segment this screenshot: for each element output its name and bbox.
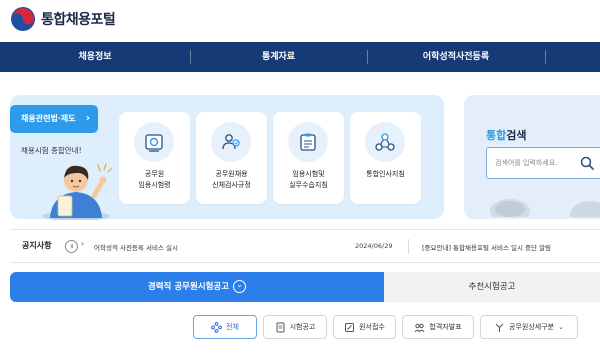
chevron-down-icon: ⌄ xyxy=(558,323,564,331)
chevron-right-icon[interactable]: › xyxy=(81,239,84,248)
search-input[interactable] xyxy=(495,148,579,178)
search-title-rest: 검색 xyxy=(506,129,527,142)
tab-label: 경력직 공무원시험공고 xyxy=(147,282,230,292)
employment-law-label: 채용관련법·제도 xyxy=(21,114,76,123)
filter-exam-notice-button[interactable]: 시험공고 xyxy=(263,315,327,339)
notice-divider xyxy=(408,239,409,254)
card-label: 임용시험및 실무수습지침 xyxy=(289,170,328,189)
card-physical-exam-regulation[interactable]: 공무원채용 신체검사규정 xyxy=(196,112,267,204)
search-title-highlight: 통합 xyxy=(486,129,507,142)
tab-career-civil-service-notice[interactable]: 경력직 공무원시험공고 ⌄ xyxy=(10,272,384,302)
filter-results-button[interactable]: 합격자발표 xyxy=(402,315,474,339)
chevron-down-icon: ⌄ xyxy=(233,280,247,293)
filter-civil-service-type-dropdown[interactable]: 공무원상세구분 ⌄ xyxy=(480,315,578,339)
clipboard-icon xyxy=(288,122,328,162)
search-box xyxy=(486,147,600,179)
nav-item-statistics[interactable]: 통계자료 xyxy=(190,42,367,72)
filter-label: 시험공고 xyxy=(289,323,316,331)
notice-item-link[interactable]: [중요안내] 통합채용포털 서비스 일시 중단 알림 xyxy=(422,242,551,252)
search-icon[interactable] xyxy=(579,155,595,171)
filter-label: 공무원상세구분 xyxy=(509,323,555,331)
document-icon xyxy=(276,322,285,332)
card-civil-service-exam-decree[interactable]: 공무원 임용시험령 xyxy=(119,112,190,204)
filter-label: 합격자발표 xyxy=(429,323,462,331)
person-check-icon xyxy=(211,122,251,162)
site-header: 통합채용포털 xyxy=(0,0,600,42)
notice-list-top-edge xyxy=(10,352,600,357)
filter-application-button[interactable]: 원서접수 xyxy=(333,315,396,339)
main-nav: 채용정보 통계자료 어학성적사전등록 xyxy=(0,42,600,72)
employment-law-button[interactable]: 채용관련법·제도 › xyxy=(10,105,98,133)
site-logo-text: 통합채용포털 xyxy=(41,12,116,28)
branch-icon xyxy=(495,323,504,332)
search-decoration-illustration xyxy=(490,199,600,217)
nav-item-jobs[interactable]: 채용정보 xyxy=(0,42,190,72)
network-icon xyxy=(365,122,405,162)
card-label: 공무원채용 신체검사규정 xyxy=(212,170,251,189)
nav-divider xyxy=(545,50,546,64)
tab-label: 추천시험공고 xyxy=(468,282,516,292)
filter-label: 원서접수 xyxy=(359,323,385,331)
tab-recommended-exam-notice[interactable]: 추천시험공고 xyxy=(384,272,600,302)
mascot-illustration xyxy=(42,163,113,220)
pause-icon[interactable]: ॥ xyxy=(65,240,78,253)
notice-title: 공지사항 xyxy=(22,241,52,250)
grid-dots-icon xyxy=(211,321,222,333)
site-logo[interactable]: 통합채용포털 xyxy=(10,6,116,32)
card-exam-practice-guideline[interactable]: 임용시험및 실무수습지침 xyxy=(273,112,344,204)
card-label: 통합인사지침 xyxy=(366,170,405,178)
taegeuk-logo-icon xyxy=(11,7,35,31)
card-label: 공무원 임용시험령 xyxy=(138,170,171,189)
chevron-right-icon: › xyxy=(85,113,90,124)
search-title: 통합검색 xyxy=(486,127,527,143)
people-icon xyxy=(414,323,425,332)
filter-label: 전체 xyxy=(226,323,239,331)
filter-all-button[interactable]: 전체 xyxy=(193,315,257,339)
notice-item-link[interactable]: 어학성적 사전등록 서비스 실시 xyxy=(94,242,178,252)
notice-item-date: 2024/06/29 xyxy=(355,242,393,250)
card-integrated-hr-guideline[interactable]: 통합인사지침 xyxy=(350,112,421,204)
edit-document-icon xyxy=(345,322,355,332)
notice-bar: 공지사항 ॥ › 어학성적 사전등록 서비스 실시 2024/06/29 [중요… xyxy=(10,229,600,263)
book-icon xyxy=(134,122,174,162)
nav-item-language-registration[interactable]: 어학성적사전등록 xyxy=(367,42,545,72)
